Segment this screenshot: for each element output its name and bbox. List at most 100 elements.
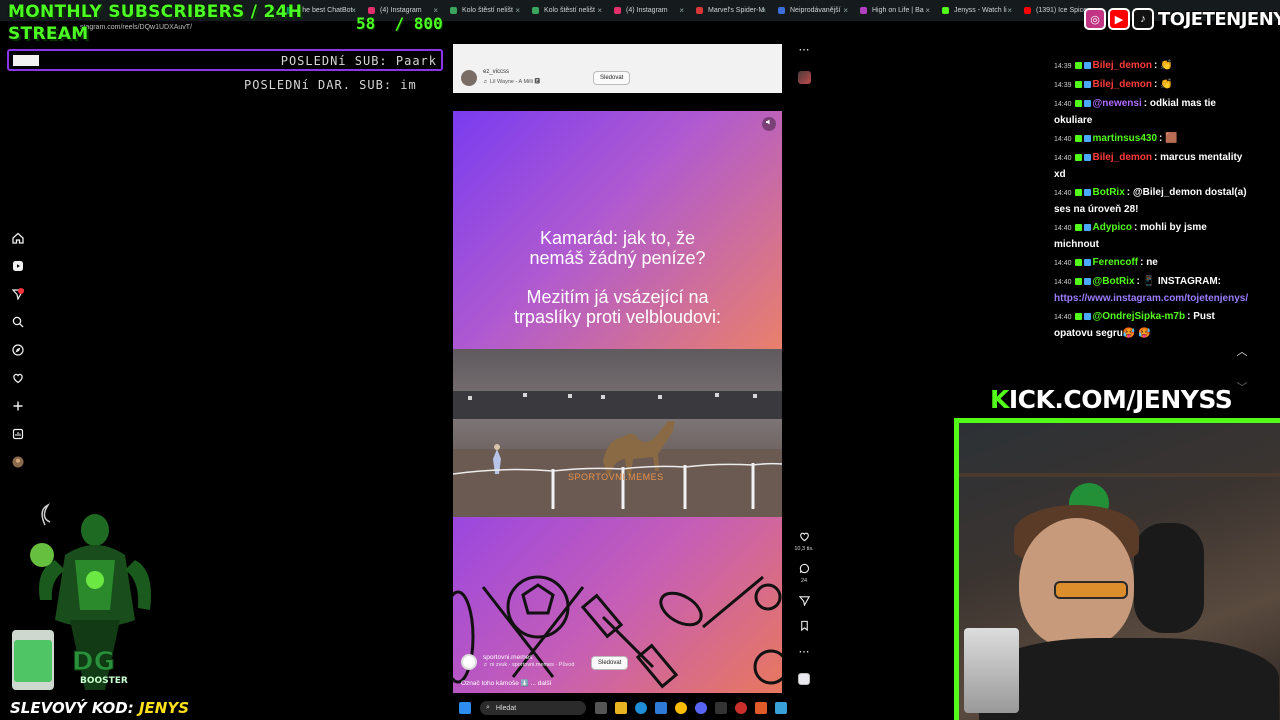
last-sub-text: POSLEDNí SUB: Paark [280,54,437,68]
reel-caption[interactable]: Označ toho kámoše ⬇️ ... další [461,679,551,687]
windows-start-icon[interactable] [459,702,471,714]
volume-icon[interactable] [762,117,776,131]
subscriber-badge-icon [1074,188,1082,196]
chat-text: : @Bilej_demon dostal(a) ses na úroveň 2… [1054,187,1247,215]
browser-tab[interactable]: Neiprodávanější × [772,0,854,21]
previous-reel[interactable]: ez_viccss ♬ Lil Wayne - A Milli 🅴 Sledov… [453,44,782,93]
subscriber-badge-icon [1074,258,1082,266]
more-options-icon[interactable]: ⋯ [796,646,812,658]
reels-icon[interactable] [11,260,25,274]
tab-label: The best ChatBot [298,7,353,14]
heart-icon [796,531,812,545]
file-explorer-icon[interactable] [615,702,627,714]
follow-button[interactable]: Sledovat [593,71,631,85]
dashboard-icon[interactable] [11,428,25,442]
notes-icon[interactable] [775,702,787,714]
profile-avatar[interactable] [11,456,25,470]
tab-favicon [532,7,539,14]
close-icon[interactable]: × [597,6,602,15]
race-scene [453,391,782,517]
app-icon[interactable] [735,702,747,714]
chrome-icon[interactable] [675,702,687,714]
avatar[interactable] [461,70,477,86]
terminal-icon[interactable] [715,702,727,714]
chat-username[interactable]: @OndrejSipka-m7b [1093,311,1186,322]
reel-username[interactable]: sportovni.memes [483,654,533,661]
stream-screen: The best ChatBot × (4) Instagram × Kolo št… [0,0,1280,720]
chat-text: : 📱 INSTAGRAM: [1136,276,1221,287]
chat-username[interactable]: Bilej_demon [1093,79,1152,90]
discount-code: JENYS [138,699,190,717]
explore-icon[interactable] [11,344,25,358]
reel-audio-thumb[interactable] [796,71,812,84]
reel-audio[interactable]: ♬ ni zvuk · sportovni.memes · Původ [483,662,574,668]
tab-label: Jenyss - Watch li [954,7,1007,14]
chat-text: : ne [1140,257,1158,268]
gift-badge-icon [1083,134,1091,142]
gift-badge-icon [1083,223,1091,231]
avatar[interactable] [461,654,477,670]
chevron-down-icon[interactable]: ﹀ [1232,378,1252,398]
chat-username[interactable]: @newensi [1093,98,1142,109]
search-icon: ⌕ [486,704,490,711]
like-count: 10,3 tis. [794,546,814,552]
overlay-title: MONTHLY SUBSCRIBERS / 24H [8,2,303,22]
meme-text-panel: Kamarád: jak to, že nemáš žádný peníze? … [453,111,782,349]
chevron-up-icon[interactable]: ︿ [1232,342,1252,362]
current-reel[interactable]: Kamarád: jak to, že nemáš žádný peníze? … [453,111,782,693]
comment-icon [796,563,812,577]
chat-username[interactable]: BotRix [1093,187,1125,198]
browser-tab[interactable]: Kolo štěstí nelišt × [444,0,526,21]
chat-message: 14:40 @newensi: odkial mas tie okuliare [1054,96,1254,129]
chat-username[interactable]: Bilej_demon [1093,152,1152,163]
taskbar-search[interactable]: ⌕ Hledat [480,701,586,715]
reel-audio-thumb[interactable] [796,673,812,685]
reel-audio[interactable]: ♬ Lil Wayne - A Milli 🅴 [483,77,540,85]
bookmark-icon [796,620,812,634]
brave-icon[interactable] [755,702,767,714]
browser-tab[interactable]: High on Life | Ba × [854,0,936,21]
chat-username[interactable]: Bilej_demon [1093,60,1152,71]
search-icon[interactable] [11,316,25,330]
close-icon[interactable]: × [679,6,684,15]
heart-icon[interactable] [11,372,25,386]
tab-favicon [614,7,621,14]
close-icon[interactable]: × [843,6,848,15]
chat-username[interactable]: Adypico [1093,222,1132,233]
close-icon[interactable]: × [1007,6,1012,15]
chat-message: 14:40 Bilej_demon: marcus mentality xd [1054,150,1254,183]
task-view-icon[interactable] [595,702,607,714]
chat-link[interactable]: https://www.instagram.com/tojetenjenys/ [1054,293,1248,304]
close-icon[interactable]: × [925,6,930,15]
more-options-icon[interactable]: ⋯ [796,44,812,56]
chat-username[interactable]: martinsus430 [1093,133,1157,144]
close-icon[interactable]: × [515,6,520,15]
address-bar[interactable]: stagram.com/reels/DQw1UDXAuvT/ [80,24,192,31]
tab-label: (1391) Ice Spice [1036,7,1087,14]
store-icon[interactable] [655,702,667,714]
browser-tab[interactable]: Kolo štěstí nelišt × [526,0,608,21]
like-button[interactable]: 10,3 tis. [794,531,814,552]
browser-tab[interactable]: (4) Instagram × [608,0,690,21]
reel-username[interactable]: ez_viccss [483,69,509,75]
share-button[interactable] [796,595,812,609]
video-watermark: SPORTOVNI.MEMES [568,472,664,482]
chat-username[interactable]: @BotRix [1093,276,1135,287]
chat-username[interactable]: Ferencoff [1093,257,1139,268]
chat-text: : 🟫 [1159,133,1178,144]
comment-button[interactable]: 24 [796,563,812,584]
home-icon[interactable] [11,232,25,246]
chat-panel: 14:39 Bilej_demon: 👏 14:39 Bilej_demon: 👏 14… [1054,58,1254,344]
save-button[interactable] [796,620,812,634]
browser-tab[interactable]: Marvel's Spider-M × [690,0,772,21]
chat-timestamp: 14:40 [1054,279,1072,286]
follow-button[interactable]: Sledovat [591,656,629,670]
meme-text-line1: Kamarád: jak to, že nemáš žádný peníze? [529,228,706,268]
close-icon[interactable]: × [761,6,766,15]
browser-tab[interactable]: Jenyss - Watch li × [936,0,1018,21]
chat-message: 14:39 Bilej_demon: 👏 [1054,58,1254,75]
plus-icon[interactable] [11,400,25,414]
discord-icon[interactable] [695,702,707,714]
gift-badge-icon [1083,153,1091,161]
edge-icon[interactable] [635,702,647,714]
